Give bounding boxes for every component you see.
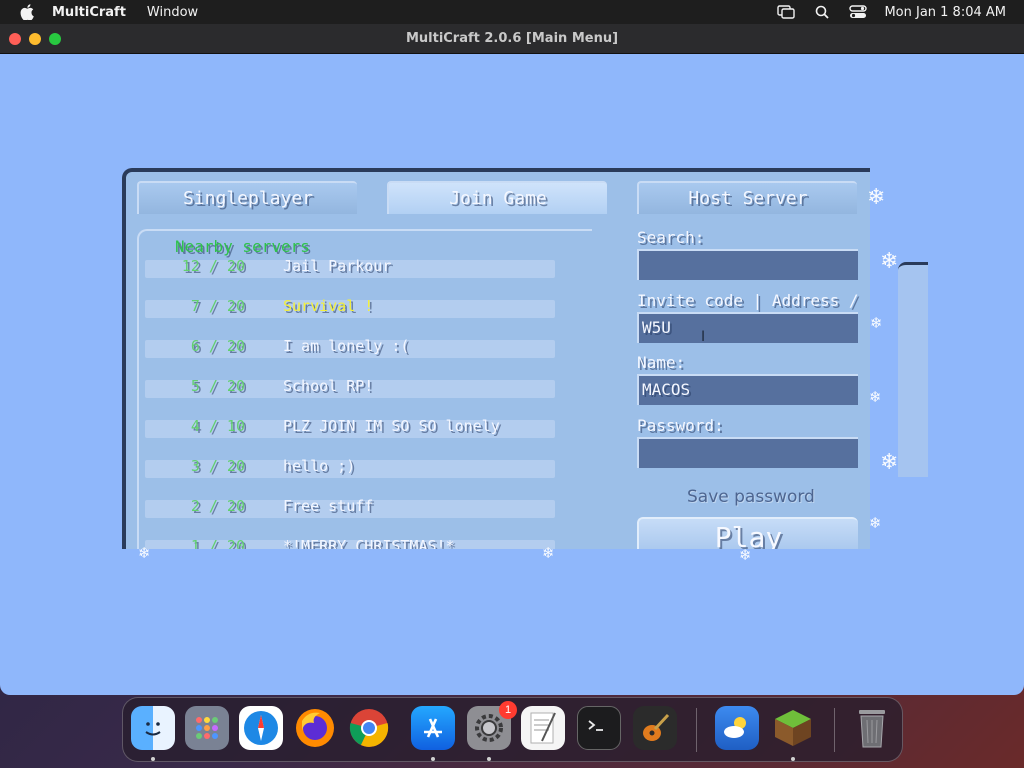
dock-running-indicator [791,757,795,761]
server-player-count: 3 / 20 [190,457,245,475]
server-row[interactable]: 5 / 20 School RP! [145,377,555,398]
dock-running-indicator [151,757,155,761]
server-row[interactable]: 2 / 20 Free stuff [145,497,555,518]
server-player-count: 7 / 20 [190,297,245,315]
firefox-icon[interactable] [293,706,337,750]
server-player-count: 1 / 20 [190,537,245,549]
search-input[interactable] [637,249,858,280]
server-name: Survival ! [283,297,374,315]
app-menu-name[interactable]: MultiCraft [52,5,126,20]
server-list: Nearby servers 12 / 20 Jail Parkour 7 / 20… [137,229,592,549]
server-row[interactable]: 3 / 20 hello ;) [145,457,555,478]
address-input[interactable]: W5U [637,312,858,343]
snowflake-icon: ❄ [542,544,555,562]
name-input[interactable]: MACOS [637,374,858,405]
server-player-count: 5 / 20 [190,377,245,395]
server-player-count: 6 / 20 [190,337,245,355]
menu-bar-clock[interactable]: Mon Jan 1 8:04 AM [884,5,1006,20]
trash-icon[interactable] [850,706,894,750]
chrome-icon[interactable] [347,706,391,750]
tab-join-game[interactable]: Join Game [387,181,607,214]
server-name: hello ;) [283,457,356,475]
tab-label: Singleplayer [182,188,314,209]
server-row[interactable]: 1 / 20 *!MERRY CHRISTMAS!* [145,537,555,549]
terminal-icon[interactable] [577,706,621,750]
tab-host-server[interactable]: Host Server [637,181,857,214]
server-row[interactable]: 4 / 10 PLZ JOIN IM SO SO lonely [145,417,555,438]
dock-running-indicator [487,757,491,761]
play-button[interactable]: Play [637,517,858,549]
safari-icon[interactable] [239,706,283,750]
window-zoom-button[interactable] [49,33,61,45]
menu-bar-status-area: Mon Jan 1 8:04 AM [760,4,1006,20]
ibeam-cursor-icon: Ⅰ [701,329,706,345]
name-label: Name: [637,353,686,372]
launchpad-icon[interactable] [185,706,229,750]
play-button-label: Play [714,521,783,549]
snowflake-icon: ❄ [138,544,151,562]
address-label: Invite code | Address / [637,291,859,310]
menu-bar: MultiCraft Window Mon Jan 1 8:04 AM [0,0,1024,24]
textedit-icon[interactable] [521,706,565,750]
search-icon[interactable] [812,4,832,20]
multicraft-window: MultiCraft 2.0.6 [Main Menu] Singleplaye… [0,24,1024,695]
search-label: Search: [637,228,705,247]
multicraft-icon[interactable] [771,706,815,750]
tab-label: Join Game [449,188,547,209]
tab-label: Host Server [688,188,808,209]
server-name: Free stuff [283,497,374,515]
menu-window[interactable]: Window [147,5,198,20]
server-name: School RP! [283,377,374,395]
save-password-checkbox[interactable]: Save password [687,487,815,507]
server-player-count: 4 / 10 [190,417,245,435]
password-label: Password: [637,416,724,435]
dock-running-indicator [431,757,435,761]
control-center-icon[interactable] [848,4,868,20]
snowflake-icon: ❄ [867,185,886,210]
apple-icon[interactable] [18,0,36,24]
main-menu-panel: Singleplayer Join Game Host Server Nearb… [122,168,870,549]
snowflake-icon: ❄ [869,514,882,532]
finder-icon[interactable] [131,706,175,750]
server-name: PLZ JOIN IM SO SO lonely [283,417,500,435]
weather-icon[interactable] [715,706,759,750]
dock: 1 [122,697,903,762]
server-player-count: 12 / 20 [181,257,245,275]
garageband-icon[interactable] [633,706,677,750]
notification-badge: 1 [499,701,517,719]
server-row[interactable]: 12 / 20 Jail Parkour [145,257,555,278]
background-panel-edge [898,262,928,477]
password-input[interactable] [637,437,858,468]
snowflake-icon: ❄ [880,450,899,475]
snowflake-icon: ❄ [739,546,752,564]
screen-mirror-icon[interactable] [776,4,796,20]
server-name: Jail Parkour [283,257,392,275]
dock-separator [834,708,835,752]
window-close-button[interactable] [9,33,21,45]
snowflake-icon: ❄ [880,249,899,274]
server-row[interactable]: 7 / 20 Survival ! [145,297,555,318]
server-player-count: 2 / 20 [190,497,245,515]
system-settings-icon[interactable]: 1 [467,701,517,750]
window-title: MultiCraft 2.0.6 [Main Menu] [405,31,619,46]
server-name: *!MERRY CHRISTMAS!* [283,537,455,549]
window-minimize-button[interactable] [29,33,41,45]
window-titlebar[interactable]: MultiCraft 2.0.6 [Main Menu] [0,24,1024,54]
snowflake-icon: ❄ [870,314,883,332]
dock-separator [696,708,697,752]
server-name: I am lonely :( [283,337,410,355]
snowflake-icon: ❄ [869,388,882,406]
app-store-icon[interactable] [411,706,455,750]
server-list-title: Nearby servers [175,237,310,256]
server-row[interactable]: 6 / 20 I am lonely :( [145,337,555,358]
tab-singleplayer[interactable]: Singleplayer [137,181,357,214]
